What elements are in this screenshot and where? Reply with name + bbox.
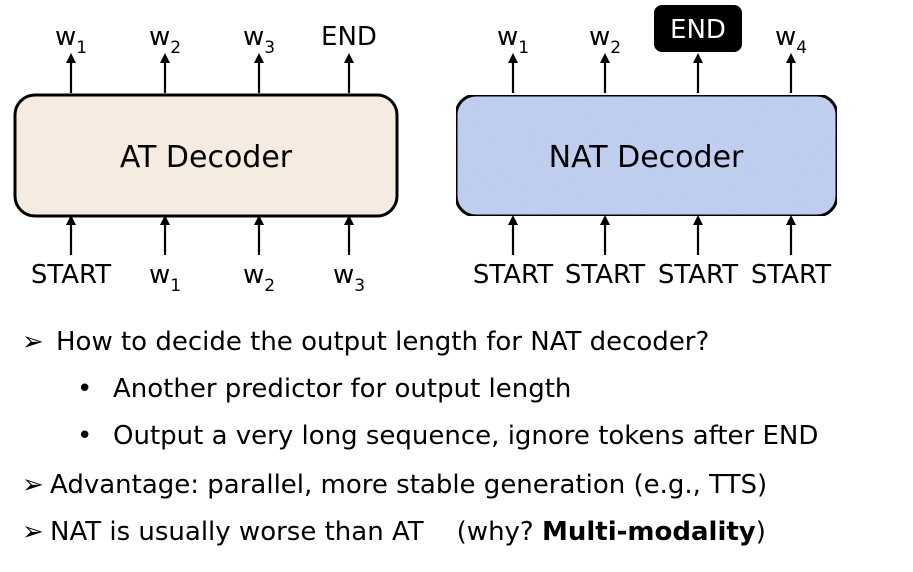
bullet-advantage: ➢ Advantage: parallel, more stable genera… — [22, 470, 767, 500]
dot-bullet-icon: • — [77, 421, 93, 451]
bullet-text: How to decide the output length for NAT … — [56, 327, 710, 357]
arrow-bullet-icon: ➢ — [22, 327, 44, 357]
bullet-text: Another predictor for output length — [113, 374, 572, 404]
arrow-bullet-icon: ➢ — [22, 470, 44, 500]
sub-bullet-predictor: • Another predictor for output length — [77, 374, 571, 404]
bullet-text: Advantage: parallel, more stable generat… — [50, 470, 768, 500]
bullet-text: NAT is usually worse than AT (why? — [50, 517, 542, 547]
sub-bullet-long-sequence: • Output a very long sequence, ignore tok… — [77, 421, 818, 451]
bullet-text-end: ) — [755, 517, 766, 547]
bullet-output-length: ➢ How to decide the output length for NAT… — [22, 327, 709, 357]
bullet-list: ➢ How to decide the output length for NAT… — [0, 0, 913, 572]
bullet-worse: ➢ NAT is usually worse than AT (why? Mult… — [22, 517, 766, 547]
bullet-text: Output a very long sequence, ignore toke… — [113, 421, 819, 451]
arrow-bullet-icon: ➢ — [22, 517, 44, 547]
dot-bullet-icon: • — [77, 374, 93, 404]
bullet-emphasis: Multi-modality — [542, 517, 756, 547]
